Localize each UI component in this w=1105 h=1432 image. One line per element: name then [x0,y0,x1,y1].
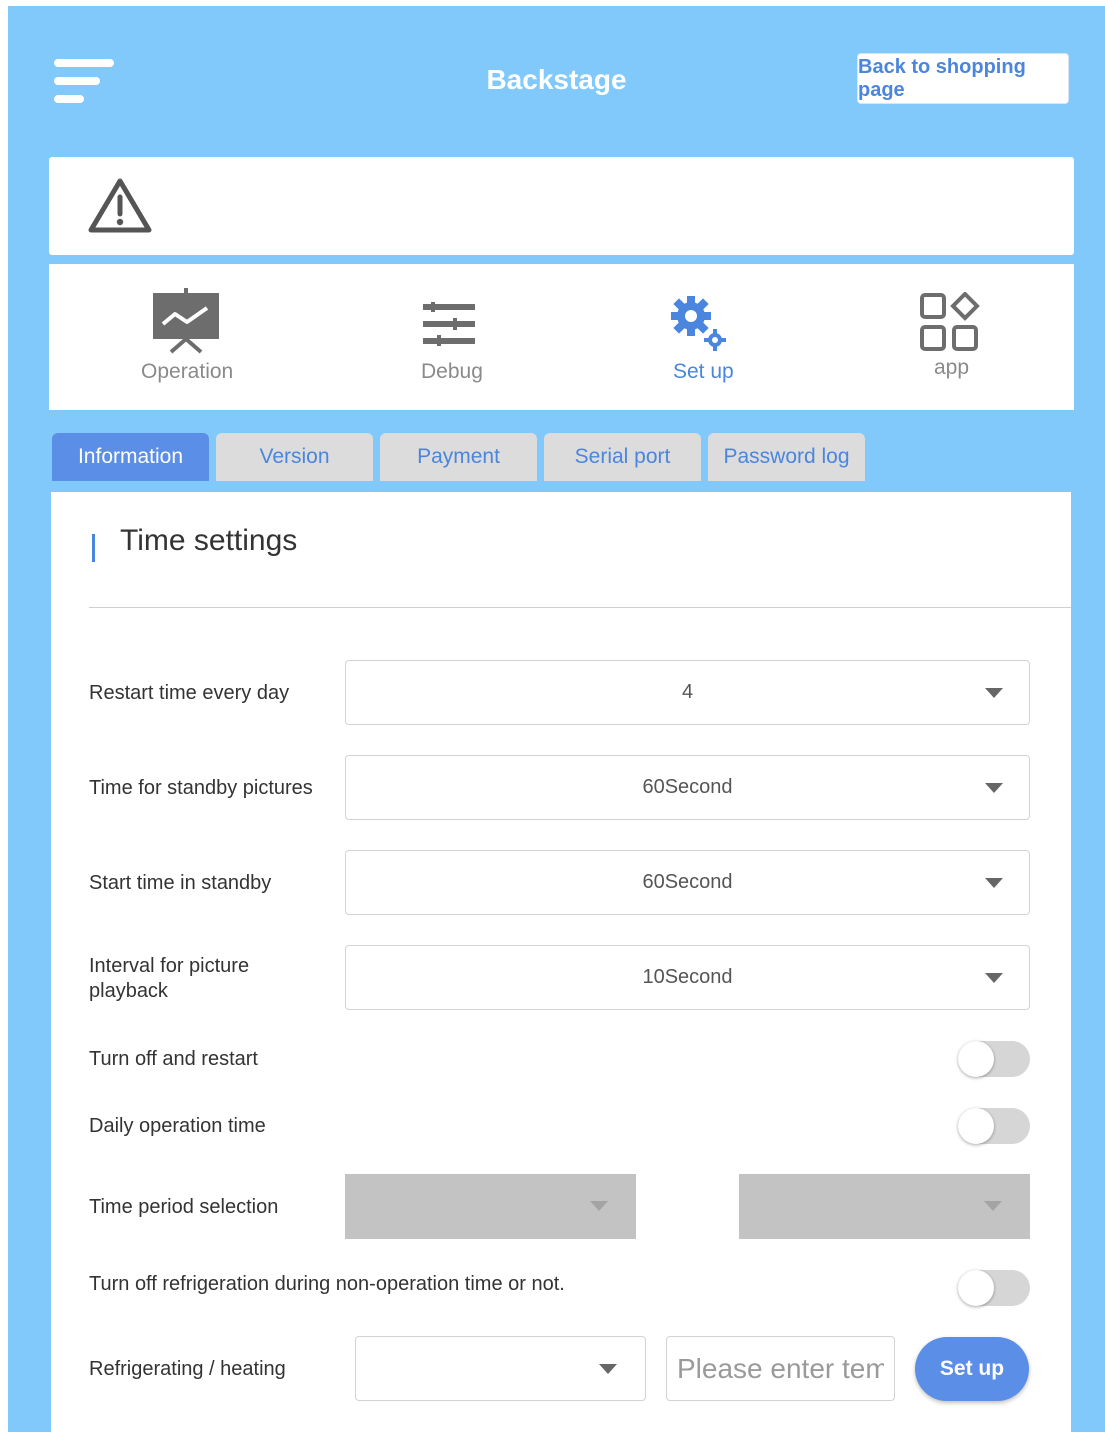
daily-operation-label: Daily operation time [89,1115,266,1137]
main-nav: Operation Debug Set up app [49,264,1074,410]
header: Backstage Back to shopping page [8,6,1105,156]
standby-pictures-select[interactable]: 60Second [345,755,1030,820]
standby-start-select[interactable]: 60Second [345,850,1030,915]
refrigerating-label: Refrigerating / heating [89,1358,286,1380]
standby-pictures-value: 60Second [642,776,733,798]
sliders-icon [423,302,475,346]
app-frame: Backstage Back to shopping page Operatio… [8,6,1105,1432]
turn-off-restart-label: Turn off and restart [89,1048,258,1070]
standby-start-label: Start time in standby [89,872,272,894]
toggle-knob [958,1270,994,1306]
gears-icon [671,296,726,351]
daily-operation-toggle[interactable] [958,1108,1030,1144]
nav-debug-label: Debug [421,360,483,383]
nav-set-up[interactable]: Set up [665,264,765,410]
notice-bar [49,157,1074,255]
time-period-start-select[interactable] [345,1174,636,1239]
warning-icon [88,178,152,233]
section-title: Time settings [120,524,298,557]
back-to-shopping-button[interactable]: Back to shopping page [857,53,1069,104]
divider [89,607,1071,608]
apps-grid-icon [920,292,980,351]
tab-version[interactable]: Version [216,433,373,481]
nav-operation[interactable]: Operation [129,264,249,410]
nav-app[interactable]: app [909,264,989,410]
time-period-label: Time period selection [89,1196,279,1218]
standby-start-value: 60Second [642,871,733,893]
tab-information[interactable]: Information [52,433,209,481]
chevron-down-icon [985,878,1003,888]
standby-pictures-label: Time for standby pictures [89,777,313,799]
settings-panel: Time settings Restart time every day 4 T… [51,492,1071,1432]
presentation-chart-icon [153,288,219,354]
restart-time-value: 4 [681,681,694,703]
picture-interval-value: 10Second [642,966,733,988]
temperature-input[interactable] [666,1336,895,1401]
chevron-down-icon [984,1201,1002,1211]
turn-off-restart-toggle[interactable] [958,1041,1030,1077]
chevron-down-icon [599,1364,617,1374]
chevron-down-icon [985,973,1003,983]
picture-interval-label: Interval for picture playback [89,955,250,1002]
tab-serial-port[interactable]: Serial port [544,433,701,481]
refrigeration-off-toggle[interactable] [958,1270,1030,1306]
restart-time-label: Restart time every day [89,682,290,704]
refrigerating-mode-select[interactable] [355,1336,646,1401]
nav-set-up-label: Set up [673,360,734,383]
set-up-button[interactable]: Set up [915,1337,1029,1401]
tab-payment[interactable]: Payment [380,433,537,481]
time-period-end-select[interactable] [739,1174,1030,1239]
nav-operation-label: Operation [141,360,234,383]
toggle-knob [958,1108,994,1144]
tab-password-log[interactable]: Password log [708,433,865,481]
picture-interval-select[interactable]: 10Second [345,945,1030,1010]
toggle-knob [958,1041,994,1077]
section-marker [92,534,95,562]
nav-debug[interactable]: Debug [409,264,499,410]
nav-app-label: app [934,356,970,379]
chevron-down-icon [985,688,1003,698]
refrigeration-off-label: Turn off refrigeration during non-operat… [89,1273,565,1295]
chevron-down-icon [985,783,1003,793]
restart-time-select[interactable]: 4 [345,660,1030,725]
chevron-down-icon [590,1201,608,1211]
